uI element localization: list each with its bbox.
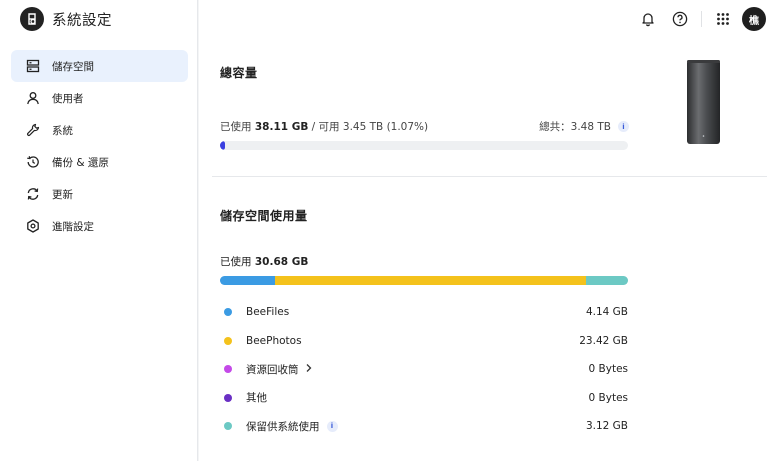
chevron-right-icon[interactable]	[305, 363, 313, 376]
refresh-icon	[25, 186, 41, 202]
usage-stacked-bar	[220, 276, 628, 285]
avatar[interactable]: 樵	[742, 7, 766, 31]
apps-grid-icon[interactable]	[712, 8, 734, 30]
help-icon[interactable]	[669, 8, 691, 30]
header-actions: 樵	[637, 7, 766, 31]
usage-legend: BeeFiles 4.14 GB BeePhotos 23.42 GB 資源回收…	[220, 298, 628, 441]
app-title: 系統設定	[52, 12, 112, 29]
legend-label-text: BeePhotos	[246, 334, 302, 347]
capacity-used-text: 已使用 38.11 GB / 可用 3.45 TB (1.07%)	[220, 119, 428, 134]
header-separator	[701, 11, 702, 27]
legend-row-beefiles: BeeFiles 4.14 GB	[220, 298, 628, 327]
total-text: 總共：3.48 TB	[539, 121, 611, 133]
main-panel: 樵 總容量 已使用 38.11 GB / 可用 3.45 TB (1.07%) …	[199, 0, 780, 461]
sidebar-item-advanced-settings[interactable]: 進階設定	[11, 210, 188, 242]
sidebar-item-system[interactable]: 系統	[11, 114, 188, 146]
nas-device-image	[686, 60, 721, 144]
available-text: / 可用 3.45 TB (1.07%)	[308, 121, 429, 133]
sidebar-item-label: 系統	[52, 124, 73, 137]
used-prefix: 已使用	[220, 121, 252, 133]
bell-icon[interactable]	[637, 8, 659, 30]
sidebar-item-backup-restore[interactable]: 備份 & 還原	[11, 146, 188, 178]
used-prefix: 已使用	[220, 256, 252, 268]
legend-label-text: BeeFiles	[246, 306, 290, 319]
legend-value: 4.14 GB	[585, 306, 628, 319]
legend-label-text: 保留供系統使用	[246, 420, 320, 433]
legend-row-beephotos: BeePhotos 23.42 GB	[220, 327, 628, 356]
sidebar-item-label: 儲存空間	[52, 60, 94, 73]
sidebar-item-label: 進階設定	[52, 220, 94, 233]
usage-bar-segment	[220, 276, 276, 285]
legend-dot	[224, 422, 232, 431]
history-icon	[25, 154, 41, 170]
used-value: 38.11 GB	[254, 121, 309, 133]
sidebar-item-users[interactable]: 使用者	[11, 82, 188, 114]
legend-dot	[224, 336, 232, 345]
legend-row-recycle-bin[interactable]: 資源回收筒 0 Bytes	[220, 355, 628, 384]
capacity-progress-fill	[220, 141, 225, 150]
capacity-total: 總共：3.48 TB i	[529, 119, 629, 134]
sidebar: 系統設定 儲存空間 使用者 系統 備份 & 還原 更新 進階設定	[0, 0, 198, 461]
usage-used-text: 已使用 30.68 GB	[220, 254, 308, 269]
sidebar-item-label: 備份 & 還原	[52, 156, 109, 169]
legend-label-text: 資源回收筒	[246, 363, 299, 376]
sidebar-item-storage[interactable]: 儲存空間	[11, 50, 188, 82]
legend-dot	[224, 365, 232, 374]
used-value: 30.68 GB	[254, 256, 309, 268]
legend-label: BeeFiles	[246, 306, 289, 318]
legend-label: 保留供系統使用 i	[246, 419, 338, 434]
hexagon-gear-icon	[25, 218, 41, 234]
sidebar-item-update[interactable]: 更新	[11, 178, 188, 210]
user-icon	[25, 90, 41, 106]
sidebar-item-label: 使用者	[52, 92, 84, 105]
legend-dot	[224, 308, 232, 317]
usage-bar-segment	[275, 276, 587, 285]
legend-label: 其他	[246, 390, 267, 405]
legend-label-text: 其他	[246, 392, 267, 405]
sidebar-item-label: 更新	[52, 188, 73, 201]
wrench-icon	[25, 122, 41, 138]
storage-icon	[25, 58, 41, 74]
legend-row-system-reserved: 保留供系統使用 i 3.12 GB	[220, 412, 628, 441]
info-icon[interactable]: i	[618, 121, 629, 132]
legend-value: 0 Bytes	[588, 363, 628, 376]
app-brand: 系統設定	[20, 7, 112, 31]
usage-bar-segment	[586, 276, 628, 285]
capacity-title: 總容量	[220, 66, 258, 80]
legend-label: BeePhotos	[246, 335, 302, 347]
legend-dot	[224, 393, 232, 402]
usage-title: 儲存空間使用量	[220, 209, 308, 223]
legend-label[interactable]: 資源回收筒	[246, 362, 313, 377]
sidebar-nav: 儲存空間 使用者 系統 備份 & 還原 更新 進階設定	[11, 50, 188, 242]
section-divider	[212, 176, 767, 177]
legend-row-other: 其他 0 Bytes	[220, 384, 628, 413]
legend-value: 0 Bytes	[588, 391, 628, 404]
legend-value: 23.42 GB	[579, 334, 628, 347]
legend-value: 3.12 GB	[585, 420, 628, 433]
app-logo-icon	[20, 7, 44, 31]
info-icon[interactable]: i	[326, 420, 338, 432]
capacity-progress-bar	[220, 141, 628, 150]
